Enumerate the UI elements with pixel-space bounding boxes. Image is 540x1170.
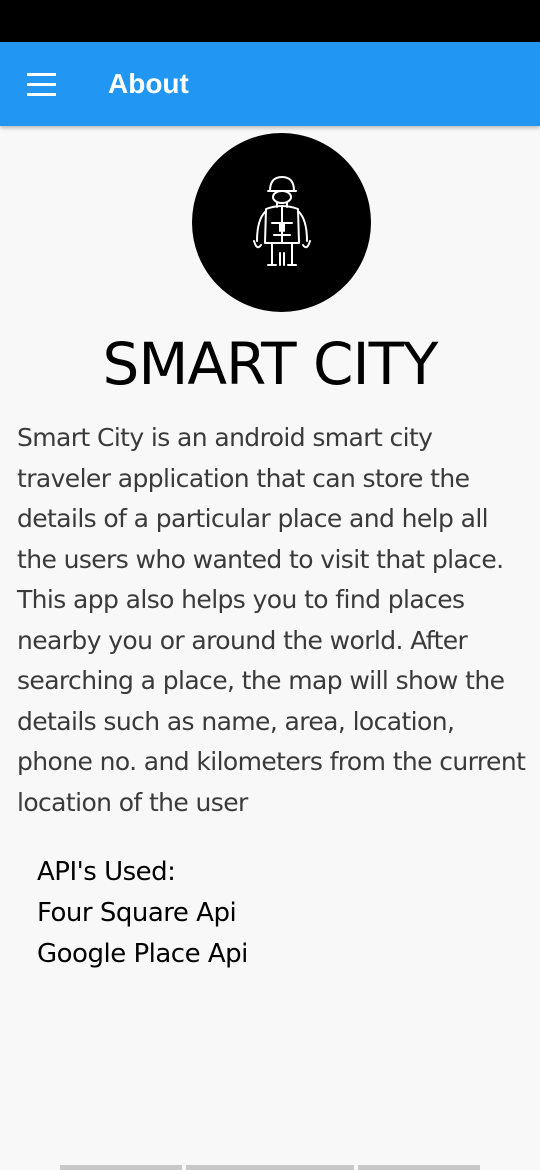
app-bar: About (0, 42, 540, 126)
page-title: About (108, 68, 189, 99)
app-description: Smart City is an android smart city trav… (17, 423, 526, 817)
apis-section: API's Used: Four Square Api Google Place… (37, 852, 477, 975)
status-bar (0, 0, 540, 42)
api-item-google-place: Google Place Api (37, 939, 248, 969)
nav-bar-segment-right (358, 1165, 480, 1170)
astronaut-traveler-icon (253, 176, 311, 266)
apis-heading: API's Used: (37, 857, 176, 887)
nav-bar-segment-middle (186, 1165, 354, 1170)
app-logo (192, 133, 371, 312)
nav-bar-segment-left (60, 1165, 182, 1170)
hamburger-menu-icon[interactable] (22, 66, 62, 102)
app-name-heading: SMART CITY (102, 330, 439, 398)
api-item-foursquare: Four Square Api (37, 898, 237, 928)
